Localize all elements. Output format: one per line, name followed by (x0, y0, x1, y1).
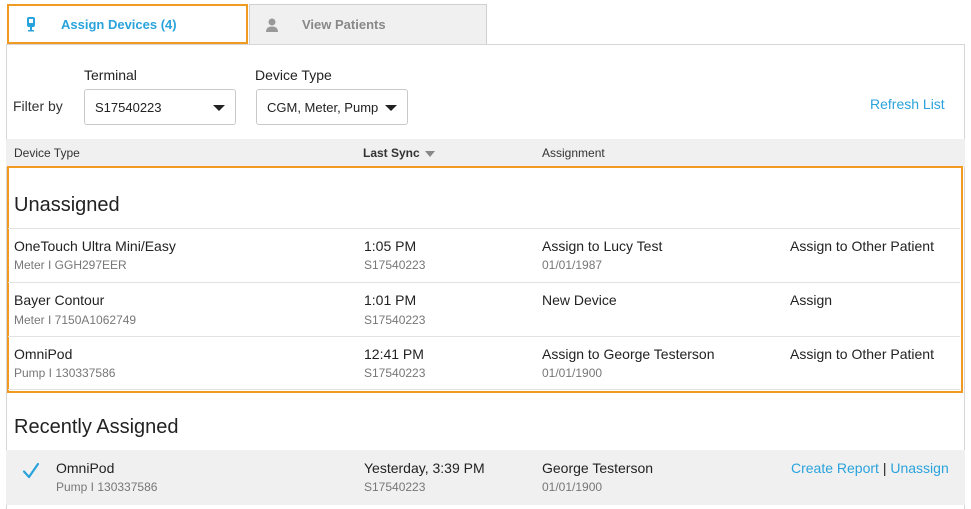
chevron-down-icon (213, 105, 225, 111)
device-name: OmniPod (56, 460, 115, 476)
recently-assigned-title: Recently Assigned (14, 416, 179, 438)
sync-terminal: S17540223 (364, 366, 426, 380)
sync-terminal: S17540223 (364, 480, 426, 494)
tab-patients-label: View Patients (302, 17, 386, 32)
device-detail: Meter I 7150A1062749 (14, 313, 137, 327)
column-assignment[interactable]: Assignment (542, 146, 605, 160)
tab-assign-devices[interactable]: Assign Devices (4) (7, 4, 248, 44)
unassign-link[interactable]: Unassign (890, 460, 948, 476)
row-divider (8, 228, 960, 229)
check-icon (22, 462, 40, 480)
patient-name-link[interactable]: George Testerson (542, 460, 653, 476)
terminal-select-value: S17540223 (95, 99, 162, 115)
device-name: OmniPod (14, 346, 73, 362)
person-icon (264, 17, 280, 33)
column-device-type[interactable]: Device Type (14, 146, 80, 160)
device-detail: Pump I 130337586 (56, 480, 158, 494)
column-last-sync-label: Last Sync (363, 146, 420, 160)
sync-time: 1:05 PM (364, 238, 417, 254)
device-type-select[interactable]: CGM, Meter, Pump (256, 89, 408, 125)
sync-terminal: S17540223 (364, 258, 426, 272)
assign-to-other-patient-link[interactable]: Assign to Other Patient (790, 346, 934, 362)
sync-terminal: S17540223 (364, 313, 426, 327)
patient-dob: 01/01/1987 (542, 258, 603, 272)
sync-time: Yesterday, 3:39 PM (364, 460, 485, 476)
sync-time: 12:41 PM (364, 346, 424, 362)
new-device-label: New Device (542, 292, 617, 308)
device-icon (23, 16, 39, 32)
row-actions: Create Report | Unassign (791, 460, 949, 476)
patient-dob: 01/01/1900 (542, 480, 603, 494)
terminal-select[interactable]: S17540223 (84, 89, 236, 125)
filter-by-label: Filter by (13, 98, 63, 114)
row-divider (8, 282, 960, 283)
assign-to-patient-link[interactable]: Assign to George Testerson (542, 346, 715, 362)
column-last-sync[interactable]: Last Sync (363, 146, 436, 160)
column-header-row: Device Type Last Sync Assignment (6, 139, 965, 167)
assign-to-patient-link[interactable]: Assign to Lucy Test (542, 238, 662, 254)
tab-view-patients[interactable]: View Patients (249, 4, 487, 44)
refresh-list-link[interactable]: Refresh List (870, 96, 945, 112)
tab-bar: Assign Devices (4) View Patients (0, 0, 971, 45)
terminal-label: Terminal (84, 67, 137, 83)
device-type-select-value: CGM, Meter, Pump (267, 99, 379, 115)
device-detail: Meter I GGH297EER (14, 258, 127, 272)
sort-desc-icon (425, 150, 436, 157)
chevron-down-icon (385, 105, 397, 111)
create-report-link[interactable]: Create Report (791, 460, 879, 476)
row-divider (8, 336, 960, 337)
sync-time: 1:01 PM (364, 292, 417, 308)
device-name: OneTouch Ultra Mini/Easy (14, 238, 176, 254)
actions-separator: | (882, 460, 887, 476)
tab-assign-label: Assign Devices (4) (61, 16, 177, 32)
unassigned-title: Unassigned (14, 194, 120, 216)
assign-link[interactable]: Assign (790, 292, 832, 308)
device-detail: Pump I 130337586 (14, 366, 116, 380)
device-name: Bayer Contour (14, 292, 105, 308)
patient-dob: 01/01/1900 (542, 366, 603, 380)
device-type-label: Device Type (255, 67, 332, 83)
assign-to-other-patient-link[interactable]: Assign to Other Patient (790, 238, 934, 254)
row-divider (8, 389, 960, 390)
table-row (6, 450, 965, 505)
